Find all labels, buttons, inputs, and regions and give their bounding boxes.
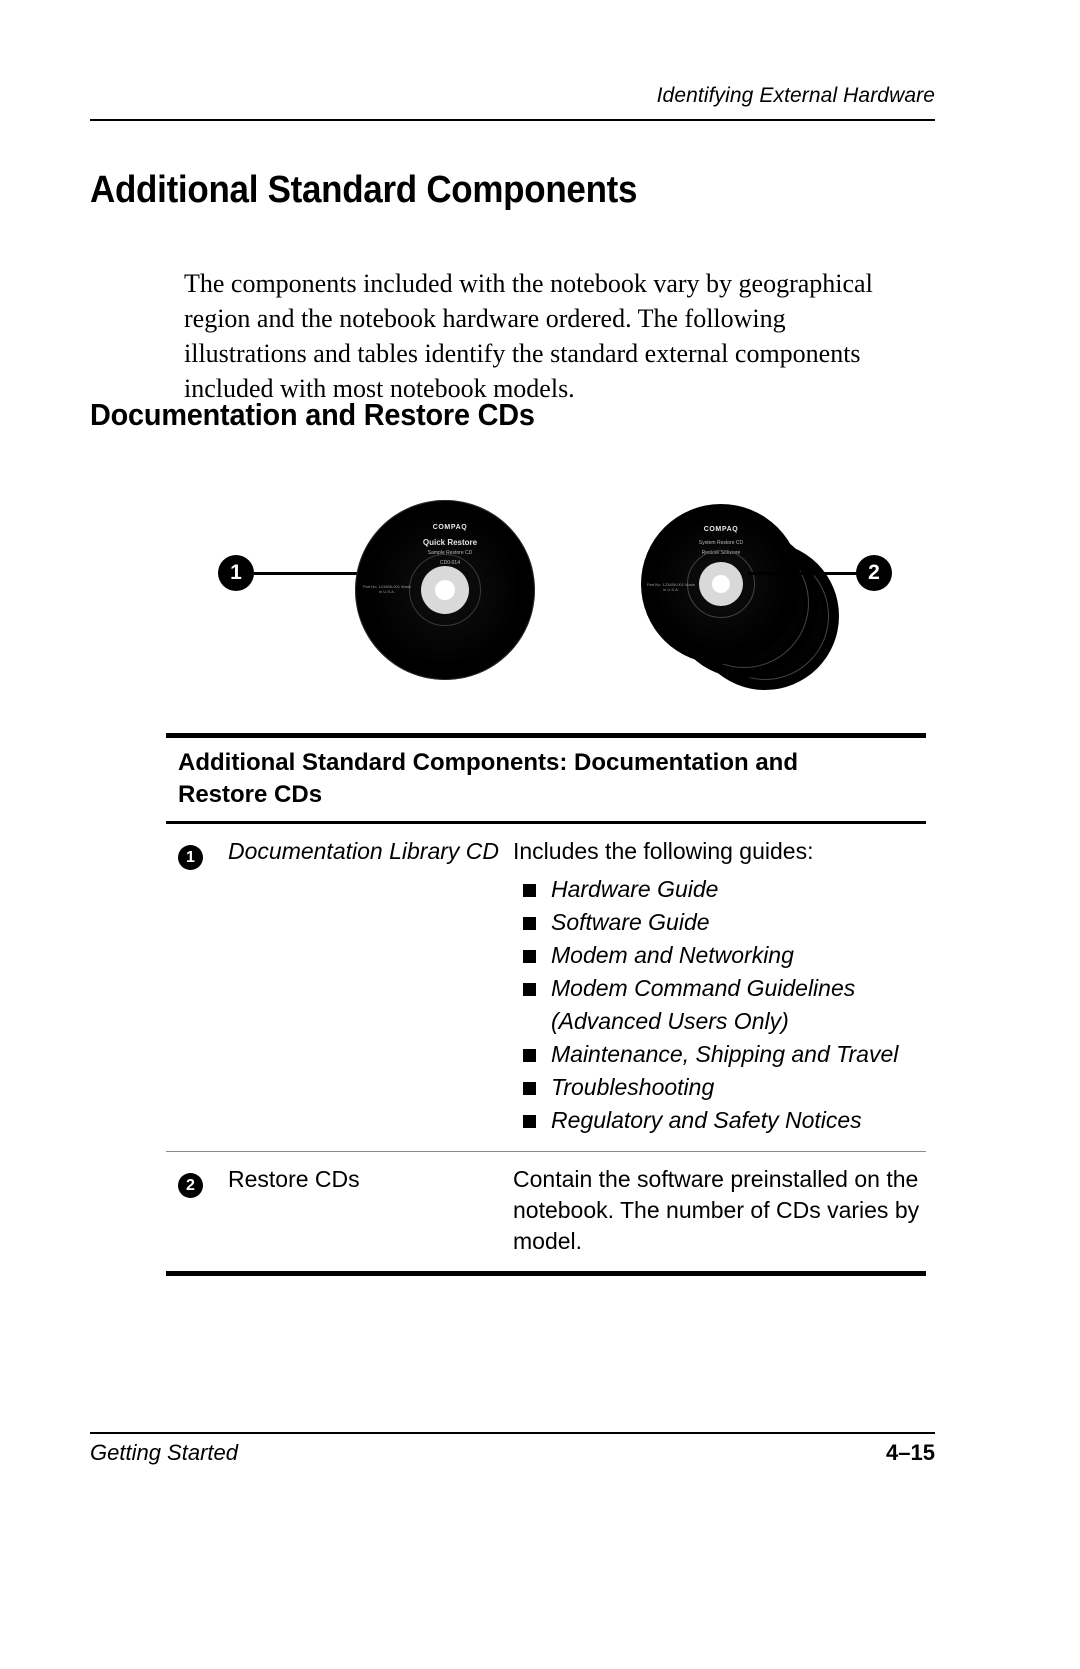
square-bullet-icon <box>513 873 551 906</box>
running-head: Identifying External Hardware <box>656 84 935 107</box>
restore-cds-illustration: COMPAQ System Restore CD Restore Softwar… <box>633 494 853 694</box>
intro-paragraph: The components included with the noteboo… <box>184 269 873 403</box>
table-row: 2 Restore CDs Contain the software prein… <box>166 1152 926 1271</box>
list-item: Modem and Networking <box>513 939 926 972</box>
cd-stack-brand-label: COMPAQ <box>703 526 739 533</box>
table-row-number: 1 <box>166 836 228 1137</box>
square-bullet-icon <box>513 939 551 972</box>
table-row-name: Restore CDs <box>228 1166 360 1192</box>
guide-label: Software Guide <box>551 909 710 935</box>
guide-label: Hardware Guide <box>551 876 719 902</box>
square-bullet-icon <box>513 1104 551 1137</box>
footer-rule <box>90 1432 935 1434</box>
list-item: Regulatory and Safety Notices <box>513 1104 926 1137</box>
list-item: Maintenance, Shipping and Travel <box>513 1038 926 1071</box>
list-item: Troubleshooting <box>513 1071 926 1104</box>
page-title: Additional Standard Components <box>90 169 638 211</box>
list-item: Hardware Guide <box>513 873 926 906</box>
page-number: 4–15 <box>886 1440 935 1465</box>
documentation-library-cd-illustration: COMPAQ Quick Restore Sample Restore CD C… <box>355 500 545 690</box>
leader-line-2 <box>748 572 860 575</box>
table-row-description: Contain the software preinstalled on the… <box>513 1166 920 1254</box>
figure-documentation-and-restore-cds: 1 COMPAQ Quick Restore Sample Restore CD… <box>90 480 935 690</box>
cd-title-label: Quick Restore <box>422 538 478 547</box>
callout-badge-1: 1 <box>178 845 203 870</box>
components-table: Additional Standard Components: Document… <box>166 733 926 1276</box>
document-page: Identifying External Hardware Additional… <box>0 0 1080 1669</box>
callout-number-1: 1 <box>218 555 254 591</box>
table-row-description: Includes the following guides: Hardware … <box>513 836 926 1137</box>
callout-badge-2: 2 <box>178 1173 203 1198</box>
guide-label: Troubleshooting <box>551 1074 715 1100</box>
table-row-name: Documentation Library CD <box>228 838 500 864</box>
description-intro: Includes the following guides: <box>513 838 814 864</box>
cd-brand-label: COMPAQ <box>432 524 468 531</box>
callout-number-2: 2 <box>856 555 892 591</box>
square-bullet-icon <box>513 972 551 1005</box>
cd-stack-center-hole <box>712 575 730 593</box>
table-bottom-rule <box>166 1271 926 1276</box>
list-item: Modem Command Guidelines (Advanced Users… <box>513 972 926 1038</box>
cd-center-hole <box>435 580 455 600</box>
cd-side-text: Part No. 123456-001 Made in U.S.A. <box>362 584 412 594</box>
table-row: 1 Documentation Library CD Includes the … <box>166 824 926 1151</box>
table-caption: Additional Standard Components: Document… <box>178 749 798 808</box>
section-heading: Documentation and Restore CDs <box>90 397 535 432</box>
list-item: Software Guide <box>513 906 926 939</box>
square-bullet-icon <box>513 1038 551 1071</box>
guide-list: Hardware Guide Software Guide Modem and … <box>513 873 926 1137</box>
square-bullet-icon <box>513 906 551 939</box>
table-row-number: 2 <box>166 1164 228 1257</box>
header-rule <box>90 119 935 121</box>
guide-label: Maintenance, Shipping and Travel <box>551 1041 899 1067</box>
square-bullet-icon <box>513 1071 551 1104</box>
guide-label: Modem and Networking <box>551 942 794 968</box>
cd-stack-title-label: System Restore CD <box>698 540 744 546</box>
guide-label: Regulatory and Safety Notices <box>551 1107 862 1133</box>
cd-stack-side-text: Part No. 123456-001 Made in U.S.A. <box>646 582 696 592</box>
guide-label: Modem Command Guidelines (Advanced Users… <box>551 975 856 1034</box>
